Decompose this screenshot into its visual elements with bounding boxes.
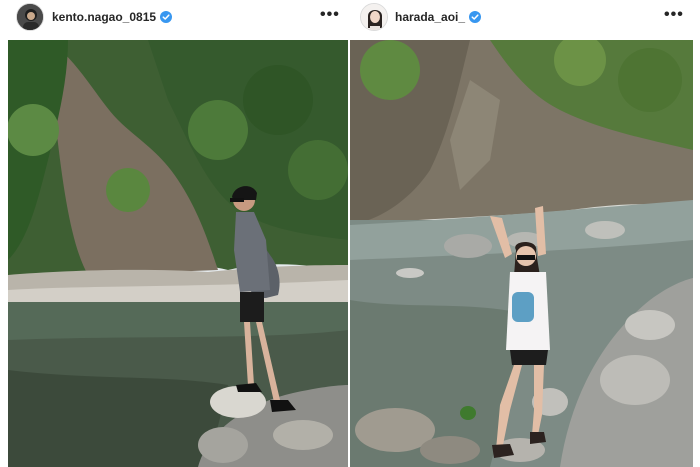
post-photo[interactable] — [350, 40, 693, 467]
post-header: kento.nagao_0815 ••• — [0, 0, 350, 40]
post-header: harada_aoi_ ••• — [350, 0, 700, 40]
more-options-icon[interactable]: ••• — [320, 7, 340, 23]
username-link[interactable]: kento.nagao_0815 — [52, 10, 173, 24]
verified-badge-icon — [160, 11, 173, 23]
more-options-icon[interactable]: ••• — [664, 7, 684, 23]
profile-avatar[interactable] — [360, 3, 388, 31]
instagram-post-left: kento.nagao_0815 ••• — [0, 0, 350, 467]
post-photo[interactable] — [8, 40, 348, 467]
username-text[interactable]: kento.nagao_0815 — [52, 10, 156, 24]
profile-avatar[interactable] — [16, 3, 44, 31]
instagram-post-right: harada_aoi_ ••• — [350, 0, 700, 467]
verified-badge-icon — [469, 11, 482, 23]
username-link[interactable]: harada_aoi_ — [395, 10, 482, 24]
username-text[interactable]: harada_aoi_ — [395, 10, 465, 24]
